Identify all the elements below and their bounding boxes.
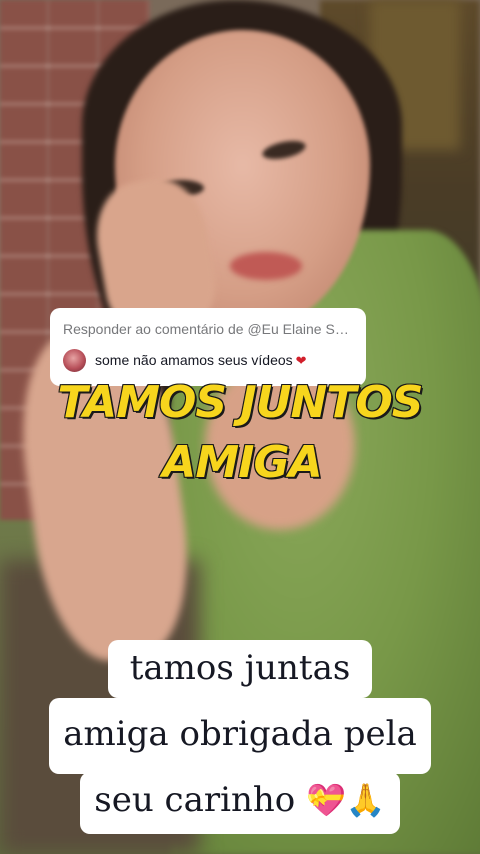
reply-header: Responder ao comentário de @Eu Elaine So… [63, 321, 354, 337]
caption-row-3: seu carinho 💝🙏 [0, 772, 480, 834]
caption-line-3-text: seu carinho [94, 780, 296, 820]
gift-heart-icon: 💝 [306, 781, 346, 819]
reply-comment-sticker[interactable]: Responder ao comentário de @Eu Elaine So… [50, 308, 366, 386]
caption-line-2: amiga obrigada pela [49, 698, 431, 774]
praying-hands-icon: 🙏 [345, 781, 386, 819]
headline-line-2: AMIGA [161, 437, 323, 489]
reply-comment-text: some não amamos seus vídeos ❤ [95, 351, 307, 370]
comment-text: some não amamos seus vídeos [95, 351, 293, 368]
caption-row-1: tamos juntas [0, 640, 480, 698]
reply-comment-row: some não amamos seus vídeos ❤ [63, 348, 354, 372]
caption-line-3: seu carinho 💝🙏 [80, 772, 400, 834]
headline-line-1: TAMOS JUNTOS [57, 377, 425, 429]
commenter-avatar[interactable] [63, 348, 86, 372]
mouth [230, 252, 302, 280]
red-heart-icon: ❤ [295, 352, 307, 368]
caption-row-2: amiga obrigada pela [0, 698, 480, 774]
caption-line-1: tamos juntas [107, 640, 373, 698]
